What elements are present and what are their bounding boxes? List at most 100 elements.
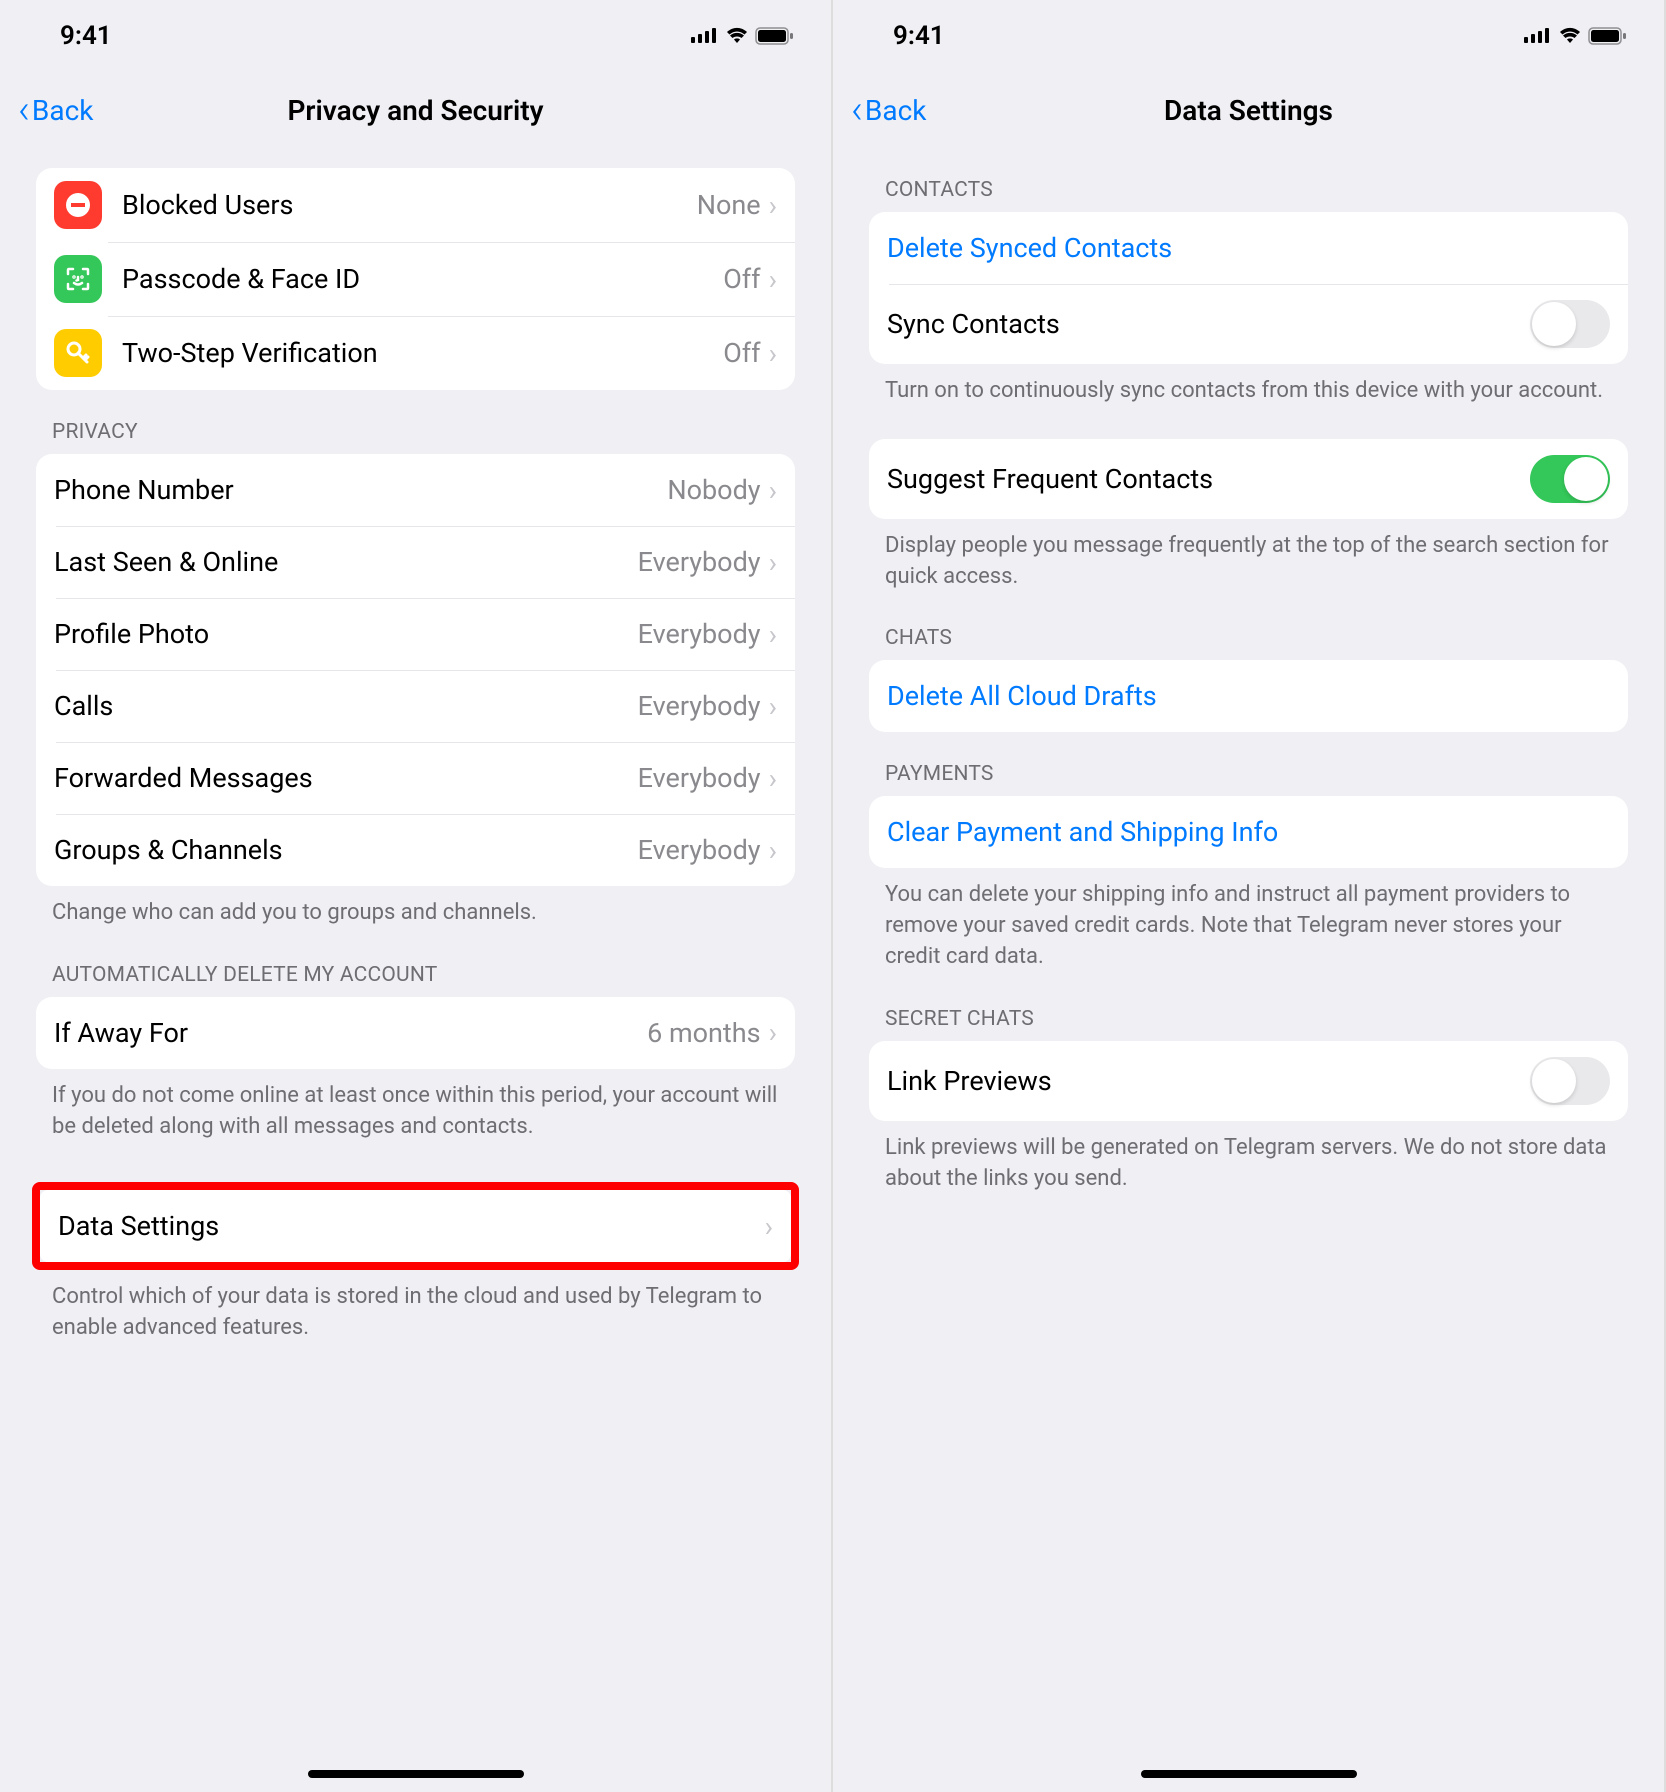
row-value: Everybody: [638, 618, 761, 650]
chevron-right-icon: ›: [769, 189, 777, 222]
chevron-right-icon: ›: [769, 263, 777, 296]
chevron-right-icon: ›: [769, 474, 777, 507]
chats-header: CHATS: [869, 596, 1628, 660]
battery-icon: [755, 27, 795, 45]
nav-bar: ‹ Back Privacy and Security: [0, 64, 831, 160]
payments-footer: You can delete your shipping info and in…: [869, 868, 1628, 976]
last-seen-row[interactable]: Last Seen & Online Everybody ›: [36, 526, 795, 598]
row-label: Link Previews: [887, 1065, 1530, 1097]
row-label: Data Settings: [58, 1210, 765, 1242]
chevron-right-icon: ›: [769, 690, 777, 723]
row-label: Phone Number: [54, 474, 667, 506]
status-icons: [691, 27, 795, 45]
delete-cloud-drafts-row[interactable]: Delete All Cloud Drafts: [869, 660, 1628, 732]
sync-contacts-row[interactable]: Sync Contacts: [869, 284, 1628, 364]
privacy-card: Phone Number Nobody › Last Seen & Online…: [36, 454, 795, 886]
chevron-right-icon: ›: [769, 618, 777, 651]
row-value: Everybody: [638, 690, 761, 722]
status-time: 9:41: [60, 21, 112, 51]
chevron-right-icon: ›: [769, 337, 777, 370]
contacts-card: Delete Synced Contacts Sync Contacts: [869, 212, 1628, 364]
back-label: Back: [865, 94, 927, 127]
cellular-icon: [691, 27, 719, 45]
row-value: Off: [723, 263, 760, 295]
row-label: Two-Step Verification: [122, 337, 723, 369]
chats-card: Delete All Cloud Drafts: [869, 660, 1628, 732]
suggest-frequent-row[interactable]: Suggest Frequent Contacts: [869, 439, 1628, 519]
privacy-footer: Change who can add you to groups and cha…: [36, 886, 795, 933]
data-settings-footer: Control which of your data is stored in …: [36, 1270, 795, 1348]
row-label: Passcode & Face ID: [122, 263, 723, 295]
phone-number-row[interactable]: Phone Number Nobody ›: [36, 454, 795, 526]
back-label: Back: [32, 94, 94, 127]
phone-right-data-settings: 9:41 ‹ Back Data Settings CONTACTS Delet…: [833, 0, 1666, 1792]
chevron-right-icon: ›: [769, 762, 777, 795]
data-settings-row[interactable]: Data Settings ›: [40, 1190, 791, 1262]
delete-synced-contacts-row[interactable]: Delete Synced Contacts: [869, 212, 1628, 284]
contacts-header: CONTACTS: [869, 160, 1628, 212]
row-label: Clear Payment and Shipping Info: [887, 816, 1610, 848]
back-button[interactable]: ‹ Back: [18, 94, 93, 127]
calls-row[interactable]: Calls Everybody ›: [36, 670, 795, 742]
clear-payment-info-row[interactable]: Clear Payment and Shipping Info: [869, 796, 1628, 868]
cellular-icon: [1524, 27, 1552, 45]
secret-chats-header: SECRET CHATS: [869, 977, 1628, 1041]
page-title: Data Settings: [1164, 94, 1333, 127]
highlight-box: Data Settings ›: [32, 1182, 799, 1270]
chevron-right-icon: ›: [769, 1016, 777, 1049]
row-value: Nobody: [667, 474, 760, 506]
if-away-for-row[interactable]: If Away For 6 months ›: [36, 997, 795, 1069]
row-value: Everybody: [638, 834, 761, 866]
status-bar: 9:41: [0, 0, 831, 64]
two-step-verification-row[interactable]: Two-Step Verification Off ›: [36, 316, 795, 390]
sync-contacts-toggle[interactable]: [1530, 300, 1610, 348]
row-label: Suggest Frequent Contacts: [887, 463, 1530, 495]
row-value: None: [697, 189, 761, 221]
wifi-icon: [1558, 27, 1582, 45]
back-chevron-icon: ‹: [18, 98, 30, 122]
secret-chats-card: Link Previews: [869, 1041, 1628, 1121]
data-settings-card: Data Settings ›: [40, 1190, 791, 1262]
chevron-right-icon: ›: [769, 546, 777, 579]
row-label: Delete Synced Contacts: [887, 232, 1610, 264]
auto-delete-footer: If you do not come online at least once …: [36, 1069, 795, 1147]
auto-delete-header: AUTOMATICALLY DELETE MY ACCOUNT: [36, 933, 795, 997]
sync-contacts-footer: Turn on to continuously sync contacts fr…: [869, 364, 1628, 411]
auto-delete-card: If Away For 6 months ›: [36, 997, 795, 1069]
row-label: Groups & Channels: [54, 834, 638, 866]
passcode-faceid-row[interactable]: Passcode & Face ID Off ›: [36, 242, 795, 316]
row-label: Forwarded Messages: [54, 762, 638, 794]
row-value: Everybody: [638, 546, 761, 578]
faceid-icon: [54, 255, 102, 303]
link-previews-toggle[interactable]: [1530, 1057, 1610, 1105]
suggest-frequent-toggle[interactable]: [1530, 455, 1610, 503]
back-chevron-icon: ‹: [851, 98, 863, 122]
payments-card: Clear Payment and Shipping Info: [869, 796, 1628, 868]
forwarded-messages-row[interactable]: Forwarded Messages Everybody ›: [36, 742, 795, 814]
link-previews-row[interactable]: Link Previews: [869, 1041, 1628, 1121]
groups-channels-row[interactable]: Groups & Channels Everybody ›: [36, 814, 795, 886]
payments-header: PAYMENTS: [869, 732, 1628, 796]
battery-icon: [1588, 27, 1628, 45]
phone-left-privacy-security: 9:41 ‹ Back Privacy and Security Blocked…: [0, 0, 833, 1792]
blocked-icon: [54, 181, 102, 229]
back-button[interactable]: ‹ Back: [851, 94, 926, 127]
home-indicator[interactable]: [308, 1770, 524, 1778]
row-label: Profile Photo: [54, 618, 638, 650]
row-label: Calls: [54, 690, 638, 722]
privacy-section-header: PRIVACY: [36, 390, 795, 454]
link-previews-footer: Link previews will be generated on Teleg…: [869, 1121, 1628, 1199]
row-label: Last Seen & Online: [54, 546, 638, 578]
blocked-users-row[interactable]: Blocked Users None ›: [36, 168, 795, 242]
nav-bar: ‹ Back Data Settings: [833, 64, 1664, 160]
page-title: Privacy and Security: [287, 94, 543, 127]
row-label: If Away For: [54, 1017, 647, 1049]
security-card: Blocked Users None › Passcode & Face ID …: [36, 168, 795, 390]
chevron-right-icon: ›: [765, 1210, 773, 1243]
status-time: 9:41: [893, 21, 945, 51]
status-bar: 9:41: [833, 0, 1664, 64]
home-indicator[interactable]: [1141, 1770, 1357, 1778]
row-label: Blocked Users: [122, 189, 697, 221]
chevron-right-icon: ›: [769, 834, 777, 867]
profile-photo-row[interactable]: Profile Photo Everybody ›: [36, 598, 795, 670]
